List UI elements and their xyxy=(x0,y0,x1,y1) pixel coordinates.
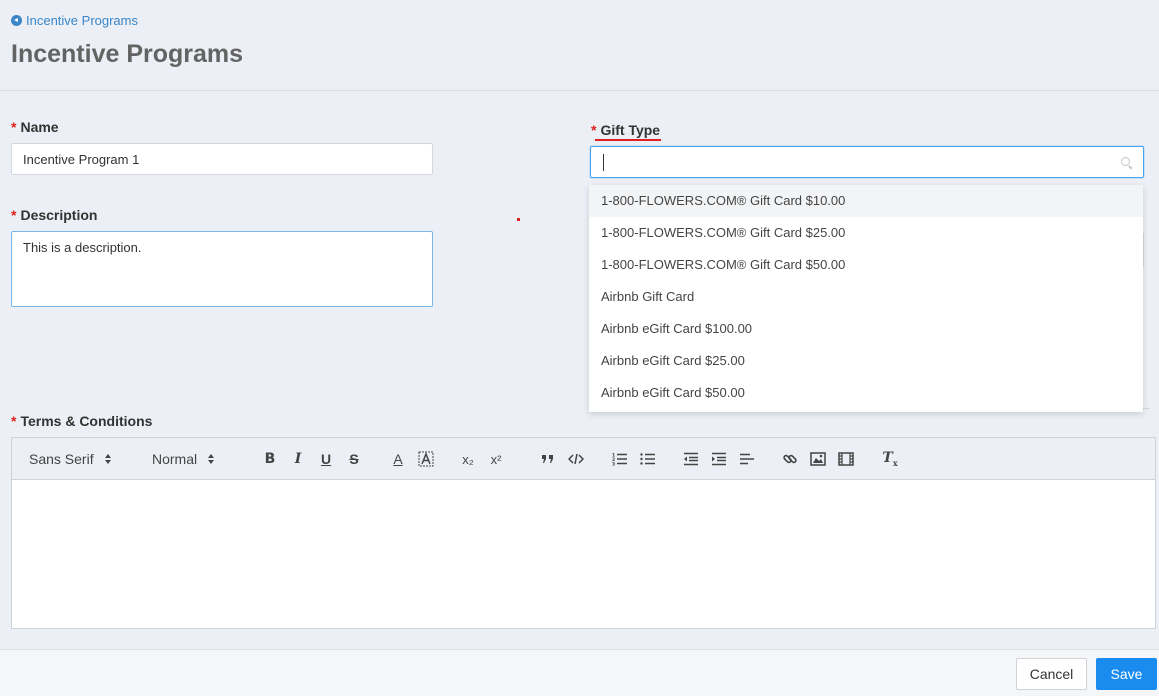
bullet-list-button[interactable] xyxy=(639,449,657,469)
link-button[interactable] xyxy=(781,449,799,469)
svg-text:3: 3 xyxy=(612,462,615,467)
select-arrows-icon xyxy=(104,453,112,465)
outdent-button[interactable] xyxy=(682,449,700,469)
bold-button[interactable]: B xyxy=(261,449,279,469)
dropdown-option[interactable]: 1-800-FLOWERS.COM® Gift Card $10.00 xyxy=(589,185,1143,217)
back-link-label: Incentive Programs xyxy=(26,13,138,28)
font-family-value: Sans Serif xyxy=(29,451,94,467)
description-label-text: Description xyxy=(20,207,98,223)
image-icon xyxy=(810,452,826,466)
description-label: * Description xyxy=(11,207,97,223)
search-icon xyxy=(1121,157,1130,166)
dropdown-option[interactable]: Airbnb eGift Card $100.00 xyxy=(589,313,1143,345)
dropdown-option[interactable]: 1-800-FLOWERS.COM® Gift Card $50.00 xyxy=(589,249,1143,281)
gift-type-label: * Gift Type xyxy=(591,122,660,138)
dropdown-option[interactable]: Airbnb eGift Card $50.00 xyxy=(589,377,1143,409)
ordered-list-icon: 1 2 3 xyxy=(612,453,627,467)
save-button[interactable]: Save xyxy=(1096,658,1157,690)
font-size-value: Normal xyxy=(152,451,198,467)
italic-button[interactable]: I xyxy=(289,449,307,469)
underlying-field-border xyxy=(1143,233,1144,267)
text-caret xyxy=(603,154,604,171)
underline-button[interactable]: U xyxy=(317,449,335,469)
link-icon xyxy=(783,454,797,464)
blockquote-button[interactable] xyxy=(539,449,557,469)
editor-content-area[interactable] xyxy=(12,480,1155,628)
required-marker: * xyxy=(11,119,17,135)
required-marker: * xyxy=(11,207,17,223)
align-left-icon xyxy=(740,453,754,465)
bullet-list-icon xyxy=(640,453,655,465)
back-link[interactable]: Incentive Programs xyxy=(11,13,138,28)
font-family-select[interactable]: Sans Serif xyxy=(29,449,112,469)
quote-icon xyxy=(542,455,553,463)
dropdown-option[interactable]: 1-800-FLOWERS.COM® Gift Card $25.00 xyxy=(589,217,1143,249)
red-dot-mark xyxy=(517,218,520,221)
background-color-button[interactable] xyxy=(417,449,435,469)
required-marker: * xyxy=(11,413,17,429)
form-footer: Cancel Save xyxy=(0,649,1159,696)
clear-format-button[interactable]: Tx xyxy=(881,449,899,469)
subscript-button[interactable]: x₂ xyxy=(459,449,477,469)
highlight-icon xyxy=(418,451,434,467)
code-block-button[interactable] xyxy=(567,449,585,469)
description-textarea[interactable]: This is a description. xyxy=(11,231,433,307)
code-icon xyxy=(568,453,584,465)
ordered-list-button[interactable]: 1 2 3 xyxy=(611,449,629,469)
terms-label: * Terms & Conditions xyxy=(11,413,152,429)
terms-editor: Sans Serif Normal B I U S A x₂ x² 1 2 3 … xyxy=(11,437,1156,629)
align-button[interactable] xyxy=(738,449,756,469)
incentive-program-form-page: Incentive Programs Incentive Programs * N… xyxy=(0,0,1159,696)
cancel-button[interactable]: Cancel xyxy=(1016,658,1087,690)
required-marker: * xyxy=(591,122,597,138)
video-button[interactable] xyxy=(837,449,855,469)
strike-button[interactable]: S xyxy=(345,449,363,469)
superscript-button[interactable]: x² xyxy=(487,449,505,469)
editor-toolbar: Sans Serif Normal B I U S A x₂ x² 1 2 3 … xyxy=(12,438,1155,480)
dropdown-option[interactable]: Airbnb Gift Card xyxy=(589,281,1143,313)
clear-format-icon: Tx xyxy=(882,450,898,468)
name-label: * Name xyxy=(11,119,59,135)
page-title: Incentive Programs xyxy=(11,40,244,68)
terms-label-text: Terms & Conditions xyxy=(20,413,153,429)
film-icon xyxy=(838,452,854,466)
back-arrow-icon xyxy=(11,15,22,26)
image-button[interactable] xyxy=(809,449,827,469)
indent-button[interactable] xyxy=(710,449,728,469)
font-size-select[interactable]: Normal xyxy=(152,449,215,469)
gift-type-dropdown: 1-800-FLOWERS.COM® Gift Card $10.00 1-80… xyxy=(589,185,1143,412)
dropdown-option[interactable]: Airbnb eGift Card $25.00 xyxy=(589,345,1143,377)
gift-type-label-underline xyxy=(595,139,661,141)
indent-icon xyxy=(712,452,726,466)
header-divider xyxy=(0,90,1159,91)
name-input[interactable]: Incentive Program 1 xyxy=(11,143,433,175)
gift-type-select[interactable] xyxy=(590,146,1144,178)
outdent-icon xyxy=(684,452,698,466)
gift-type-label-text: Gift Type xyxy=(600,122,661,138)
select-arrows-icon xyxy=(207,453,215,465)
name-label-text: Name xyxy=(20,119,59,135)
text-color-button[interactable]: A xyxy=(389,449,407,469)
